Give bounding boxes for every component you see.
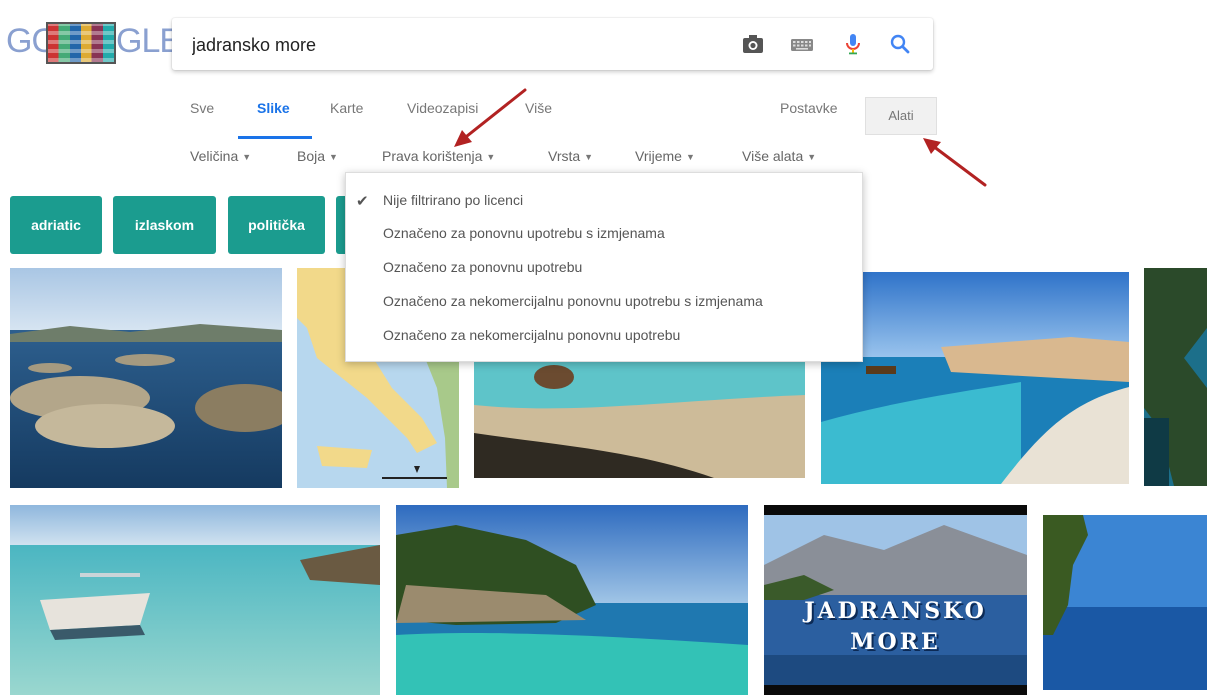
usage-rights-dropdown: ✔ Nije filtrirano po licenci Označeno za… <box>345 172 863 362</box>
filter-size-label: Veličina <box>190 148 239 164</box>
camera-icon[interactable] <box>741 32 765 56</box>
dropdown-item-noncommercial-reuse[interactable]: Označeno za nekomercijalnu ponovnu upotr… <box>383 327 680 343</box>
image-result-pine-bay[interactable] <box>396 505 748 695</box>
checkmark-icon: ✔ <box>356 193 369 210</box>
dropdown-item-not-filtered[interactable]: Nije filtrirano po licenci <box>383 192 523 208</box>
filter-time-label: Vrijeme <box>635 148 682 164</box>
suggestion-chip-politicka[interactable]: politička <box>228 196 325 254</box>
image-result-sea-view[interactable] <box>1043 515 1207 690</box>
annotation-arrow-icon <box>923 138 987 187</box>
boat-picture <box>10 505 380 695</box>
caret-down-icon: ▼ <box>242 152 252 162</box>
filter-type[interactable]: Vrsta ▼ <box>548 148 593 164</box>
caret-down-icon: ▼ <box>329 152 338 162</box>
caret-down-icon: ▼ <box>584 152 594 162</box>
tab-images[interactable]: Slike <box>257 100 290 116</box>
tools-filter-bar: Veličina ▼ Boja ▼ Prava korištenja ▼ Vrsta ▼… <box>0 148 1207 172</box>
caret-down-icon: ▼ <box>807 152 817 162</box>
logo-mosaic-image <box>46 22 116 64</box>
image-result-boat[interactable] <box>10 505 380 695</box>
dropdown-item-noncommercial-reuse-with-modification[interactable]: Označeno za nekomercijalnu ponovnu upotr… <box>383 293 763 309</box>
cliff-picture <box>1144 268 1207 486</box>
search-icon[interactable] <box>888 32 912 56</box>
dubrovnik-picture <box>821 272 1129 484</box>
search-box <box>172 18 933 70</box>
sea-view-picture <box>1043 515 1207 690</box>
caret-down-icon: ▼ <box>685 152 695 162</box>
settings-link[interactable]: Postavke <box>780 100 838 116</box>
filter-more-tools-label: Više alata <box>742 148 804 164</box>
tab-maps[interactable]: Karte <box>330 100 363 116</box>
logo[interactable]: GO GLE <box>6 20 182 64</box>
filter-time[interactable]: Vrijeme ▼ <box>635 148 695 164</box>
microphone-icon[interactable] <box>841 32 865 56</box>
filter-type-label: Vrsta <box>548 148 581 164</box>
dropdown-item-reuse[interactable]: Označeno za ponovnu upotrebu <box>383 259 582 275</box>
annotation-arrow-icon <box>454 88 527 147</box>
image-result-dubrovnik[interactable] <box>821 272 1129 484</box>
search-input[interactable] <box>190 29 714 61</box>
image-result-jadransko-more[interactable]: JADRANSKO MORE <box>764 505 1027 695</box>
beach-picture <box>474 355 805 478</box>
search-tabs: Sve Slike Karte Videozapisi Više Postavk… <box>0 100 1207 132</box>
header: GO GLE jadransko more Sve Slike Karte Vi… <box>0 0 1207 183</box>
islands-picture <box>10 268 282 488</box>
suggestion-chip-adriatic[interactable]: adriatic <box>10 196 102 254</box>
keyboard-icon[interactable] <box>790 32 814 56</box>
image-result-beach[interactable] <box>474 355 805 478</box>
pine-bay-picture <box>396 505 748 695</box>
filter-color-label: Boja <box>297 148 326 164</box>
suggestion-chip-izlaskom[interactable]: izlaskom <box>113 196 216 254</box>
filter-color[interactable]: Boja ▼ <box>297 148 338 164</box>
dropdown-item-reuse-with-modification[interactable]: Označeno za ponovnu upotrebu s izmjenama <box>383 225 665 241</box>
filter-more-tools[interactable]: Više alata ▼ <box>742 148 816 164</box>
tab-all[interactable]: Sve <box>190 100 214 116</box>
image-result-islands[interactable] <box>10 268 282 488</box>
filter-size[interactable]: Veličina ▼ <box>190 148 251 164</box>
image-result-cliff[interactable] <box>1144 268 1207 486</box>
image-caption-line2: MORE <box>850 629 941 655</box>
active-tab-underline <box>238 136 312 139</box>
image-caption-line1: JADRANSKO <box>804 598 987 624</box>
